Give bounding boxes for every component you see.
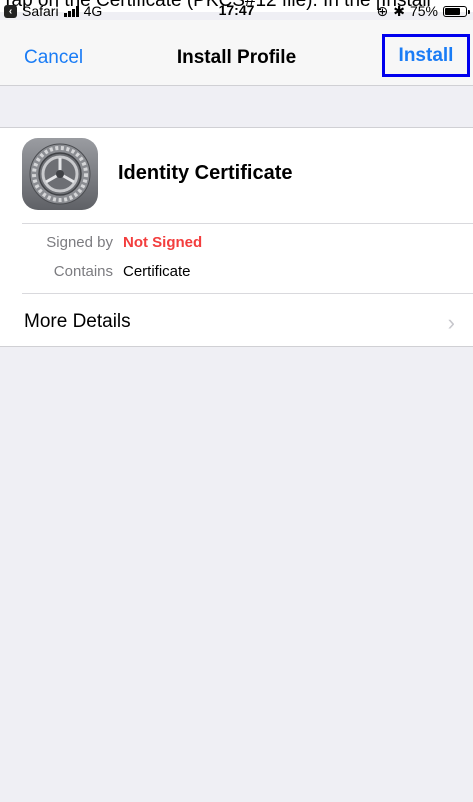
more-details-label: More Details	[24, 311, 131, 332]
chevron-right-icon: ›	[447, 310, 455, 335]
contains-row: Contains Certificate	[0, 263, 473, 283]
battery-icon	[443, 5, 470, 17]
status-bar: ‹ Safari 4G 17:47 ⊕ ✱ 75%	[0, 0, 473, 20]
screen: Tap on the Certificate (PKCS#12 file). I…	[0, 0, 473, 802]
profile-name: Identity Certificate	[118, 162, 293, 184]
battery-fill	[445, 7, 460, 15]
profile-card: Identity Certificate Signed by Not Signe…	[0, 127, 473, 347]
contains-label: Contains	[53, 263, 113, 280]
battery-percent: 75%	[409, 3, 438, 19]
signed-by-label: Signed by	[46, 234, 113, 251]
orientation-lock-icon: ⊕	[376, 2, 389, 19]
more-details-row[interactable]: More Details ›	[0, 294, 473, 347]
divider	[22, 223, 473, 224]
signed-by-row: Signed by Not Signed	[0, 234, 473, 254]
bluetooth-icon: ✱	[393, 2, 405, 19]
navigation-bar: Cancel Install Profile Install	[0, 20, 473, 86]
install-button[interactable]: Install	[382, 34, 470, 77]
settings-gear-icon	[22, 138, 98, 210]
contains-value: Certificate	[123, 263, 191, 280]
status-right: ⊕ ✱ 75%	[376, 2, 470, 20]
signed-by-value: Not Signed	[123, 234, 203, 251]
